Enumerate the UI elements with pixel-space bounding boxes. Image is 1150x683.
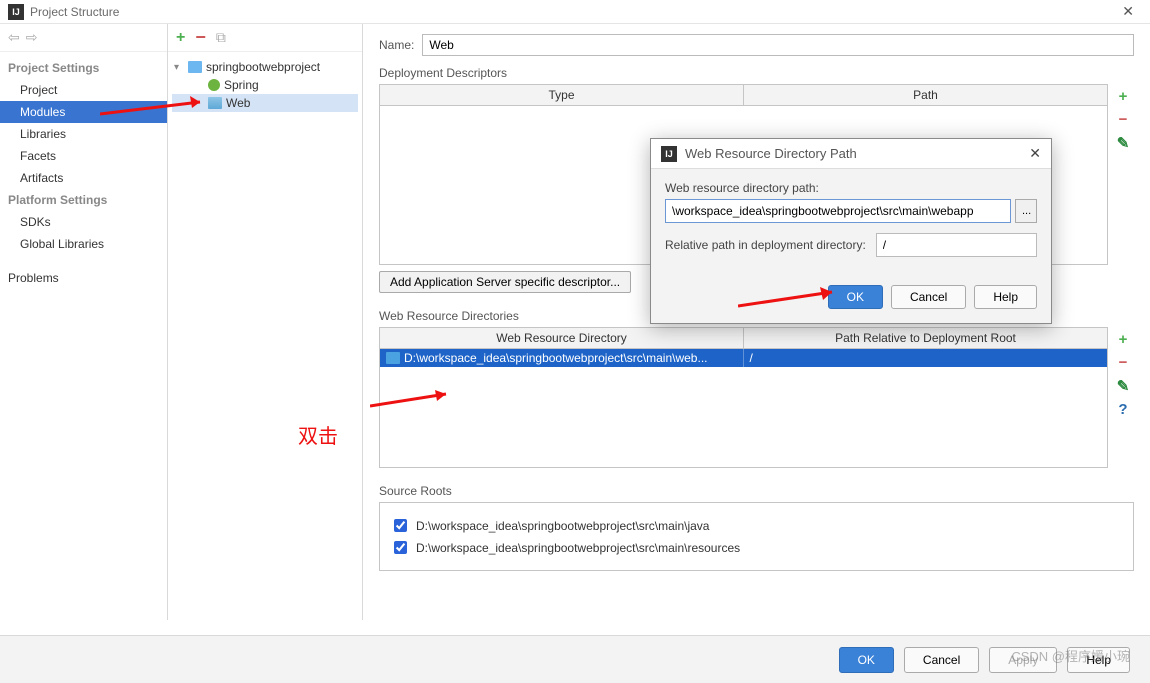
sidebar-item-facets[interactable]: Facets	[0, 145, 167, 167]
web-resource-path-dialog: IJ Web Resource Directory Path ✕ Web res…	[650, 138, 1052, 324]
source-root-row[interactable]: D:\workspace_idea\springbootwebproject\s…	[390, 516, 1123, 535]
dd-edit-icon[interactable]: ✎	[1117, 134, 1130, 152]
wrd-dir-cell: D:\workspace_idea\springbootwebproject\s…	[404, 351, 707, 365]
wrd-col-dir: Web Resource Directory	[380, 328, 744, 348]
wrd-remove-icon[interactable]: −	[1119, 354, 1128, 371]
name-label: Name:	[379, 38, 414, 52]
wrd-col-rel: Path Relative to Deployment Root	[744, 328, 1107, 348]
wrd-edit-icon[interactable]: ✎	[1117, 377, 1130, 395]
section-project-settings: Project Settings	[0, 57, 167, 79]
source-root-path: D:\workspace_idea\springbootwebproject\s…	[416, 519, 709, 533]
window-title: Project Structure	[30, 5, 119, 19]
tree-item-label: Spring	[224, 78, 259, 92]
cancel-button[interactable]: Cancel	[904, 647, 979, 673]
wrd-rel-cell: /	[744, 349, 1108, 367]
tree-root[interactable]: ▾ springbootwebproject	[172, 58, 358, 76]
remove-module-icon[interactable]: −	[195, 27, 206, 48]
modal-ok-button[interactable]: OK	[828, 285, 883, 309]
source-roots-panel: D:\workspace_idea\springbootwebproject\s…	[379, 502, 1134, 571]
wrd-side-toolbar: + − ✎ ?	[1112, 327, 1134, 468]
modal-relative-label: Relative path in deployment directory:	[665, 238, 866, 252]
sidebar-item-libraries[interactable]: Libraries	[0, 123, 167, 145]
titlebar: IJ Project Structure ✕	[0, 0, 1150, 24]
section-platform-settings: Platform Settings	[0, 189, 167, 211]
folder-icon	[188, 61, 202, 73]
source-root-path: D:\workspace_idea\springbootwebproject\s…	[416, 541, 740, 555]
app-icon: IJ	[8, 4, 24, 20]
source-root-checkbox[interactable]	[394, 541, 407, 554]
web-resource-dirs-table: Web Resource Directory Path Relative to …	[379, 327, 1108, 468]
apply-button[interactable]: Apply	[989, 647, 1057, 673]
folder-icon	[386, 352, 400, 364]
app-icon: IJ	[661, 146, 677, 162]
add-module-icon[interactable]: +	[176, 29, 185, 47]
source-roots-label: Source Roots	[379, 484, 1134, 498]
source-root-row[interactable]: D:\workspace_idea\springbootwebproject\s…	[390, 538, 1123, 557]
module-tree-panel: + − ⧉ ▾ springbootwebproject Spring Web	[168, 24, 363, 620]
sidebar-item-artifacts[interactable]: Artifacts	[0, 167, 167, 189]
sidebar-nav-toolbar: ⇦ ⇨	[0, 24, 167, 52]
add-appserver-descriptor-button[interactable]: Add Application Server specific descript…	[379, 271, 631, 293]
ok-button[interactable]: OK	[839, 647, 894, 673]
chevron-down-icon[interactable]: ▾	[174, 62, 184, 73]
dd-side-toolbar: + − ✎	[1112, 84, 1134, 265]
sidebar-item-modules[interactable]: Modules	[0, 101, 167, 123]
dd-remove-icon[interactable]: −	[1119, 111, 1128, 128]
dd-col-type: Type	[380, 85, 744, 105]
sidebar-item-global-libraries[interactable]: Global Libraries	[0, 233, 167, 255]
source-root-checkbox[interactable]	[394, 519, 407, 532]
window-close-button[interactable]: ✕	[1114, 3, 1142, 20]
wrd-add-icon[interactable]: +	[1119, 331, 1128, 348]
relative-path-input[interactable]	[876, 233, 1037, 257]
tree-item-label: Web	[226, 96, 250, 110]
wrd-table-row[interactable]: D:\workspace_idea\springbootwebproject\s…	[380, 349, 1107, 367]
nav-forward-icon[interactable]: ⇨	[26, 29, 38, 46]
modal-close-icon[interactable]: ✕	[1029, 145, 1041, 162]
settings-sidebar: ⇦ ⇨ Project Settings Project Modules Lib…	[0, 24, 168, 620]
dd-col-path: Path	[744, 85, 1107, 105]
help-button[interactable]: Help	[1067, 647, 1130, 673]
spring-icon	[208, 79, 220, 91]
web-icon	[208, 97, 222, 109]
sidebar-item-project[interactable]: Project	[0, 79, 167, 101]
tree-item-web[interactable]: Web	[172, 94, 358, 112]
web-resource-path-input[interactable]	[665, 199, 1011, 223]
deployment-descriptors-label: Deployment Descriptors	[379, 66, 1134, 80]
modal-cancel-button[interactable]: Cancel	[891, 285, 966, 309]
nav-back-icon[interactable]: ⇦	[8, 29, 20, 46]
tree-item-spring[interactable]: Spring	[172, 76, 358, 94]
modal-help-button[interactable]: Help	[974, 285, 1037, 309]
dialog-button-bar: OK Cancel Apply Help	[0, 635, 1150, 683]
modal-title: Web Resource Directory Path	[685, 146, 857, 161]
dd-add-icon[interactable]: +	[1119, 88, 1128, 105]
sidebar-item-problems[interactable]: Problems	[0, 267, 167, 289]
facet-name-input[interactable]	[422, 34, 1134, 56]
browse-button[interactable]: ...	[1015, 199, 1037, 223]
modal-path-label: Web resource directory path:	[665, 181, 1037, 195]
tree-root-label: springbootwebproject	[206, 60, 320, 74]
sidebar-item-sdks[interactable]: SDKs	[0, 211, 167, 233]
tree-toolbar: + − ⧉	[168, 24, 362, 52]
copy-module-icon[interactable]: ⧉	[216, 29, 226, 46]
wrd-help-icon[interactable]: ?	[1118, 401, 1127, 418]
